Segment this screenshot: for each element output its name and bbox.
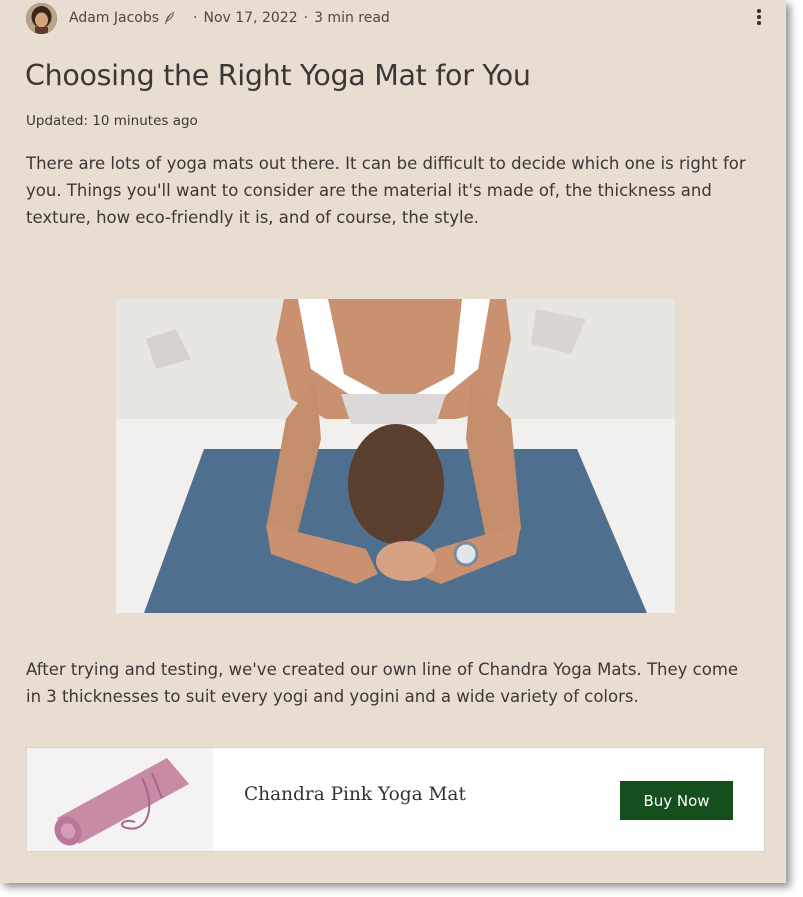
author-name[interactable]: Adam Jacobs: [69, 10, 159, 26]
buy-now-button[interactable]: Buy Now: [620, 781, 733, 820]
read-time: 3 min read: [314, 10, 390, 26]
product-widget: Chandra Pink Yoga Mat Buy Now: [26, 747, 765, 852]
blog-post-card: Adam Jacobs · Nov 17, 2022 · 3 min read …: [0, 0, 786, 883]
post-meta-bar: Adam Jacobs · Nov 17, 2022 · 3 min read: [26, 2, 786, 34]
more-vertical-icon[interactable]: [756, 9, 762, 25]
post-body-paragraph: After trying and testing, we've created …: [26, 660, 739, 706]
meta-separator: ·: [193, 10, 198, 26]
quill-icon: [165, 11, 174, 24]
post-title: Choosing the Right Yoga Mat for You: [25, 59, 531, 92]
author-avatar[interactable]: [26, 2, 57, 34]
post-intro-paragraph: There are lots of yoga mats out there. I…: [26, 154, 746, 227]
product-image[interactable]: [27, 748, 213, 851]
yoga-pose-image: [116, 299, 675, 613]
meta-separator: ·: [303, 10, 309, 26]
post-date: Nov 17, 2022: [203, 10, 298, 26]
updated-timestamp: Updated: 10 minutes ago: [26, 113, 198, 129]
product-name[interactable]: Chandra Pink Yoga Mat: [244, 784, 466, 805]
